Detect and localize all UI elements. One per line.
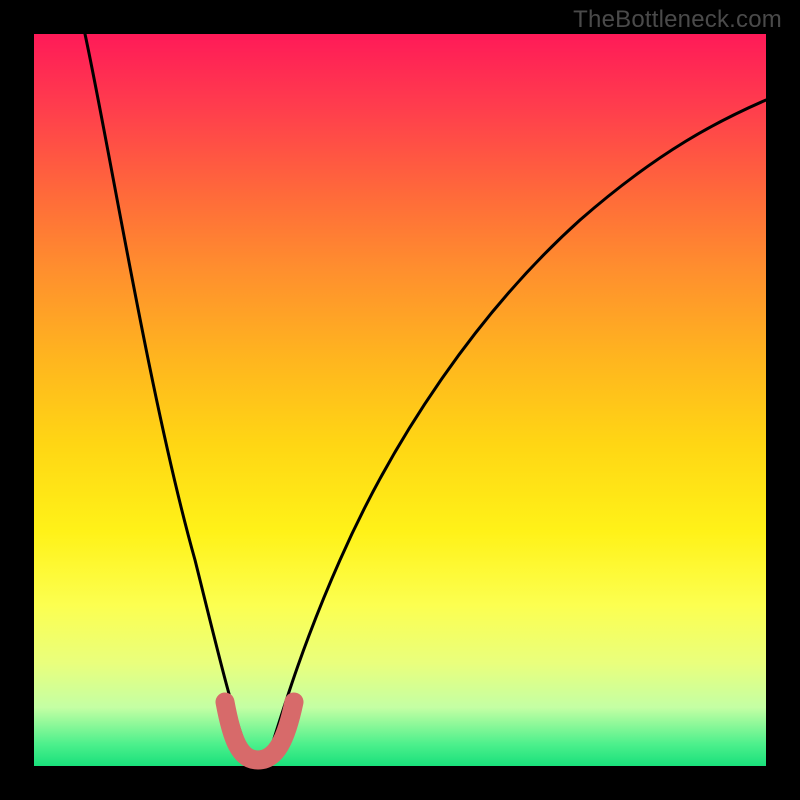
watermark-text: TheBottleneck.com (573, 6, 782, 34)
chart-gradient-panel (34, 34, 766, 766)
